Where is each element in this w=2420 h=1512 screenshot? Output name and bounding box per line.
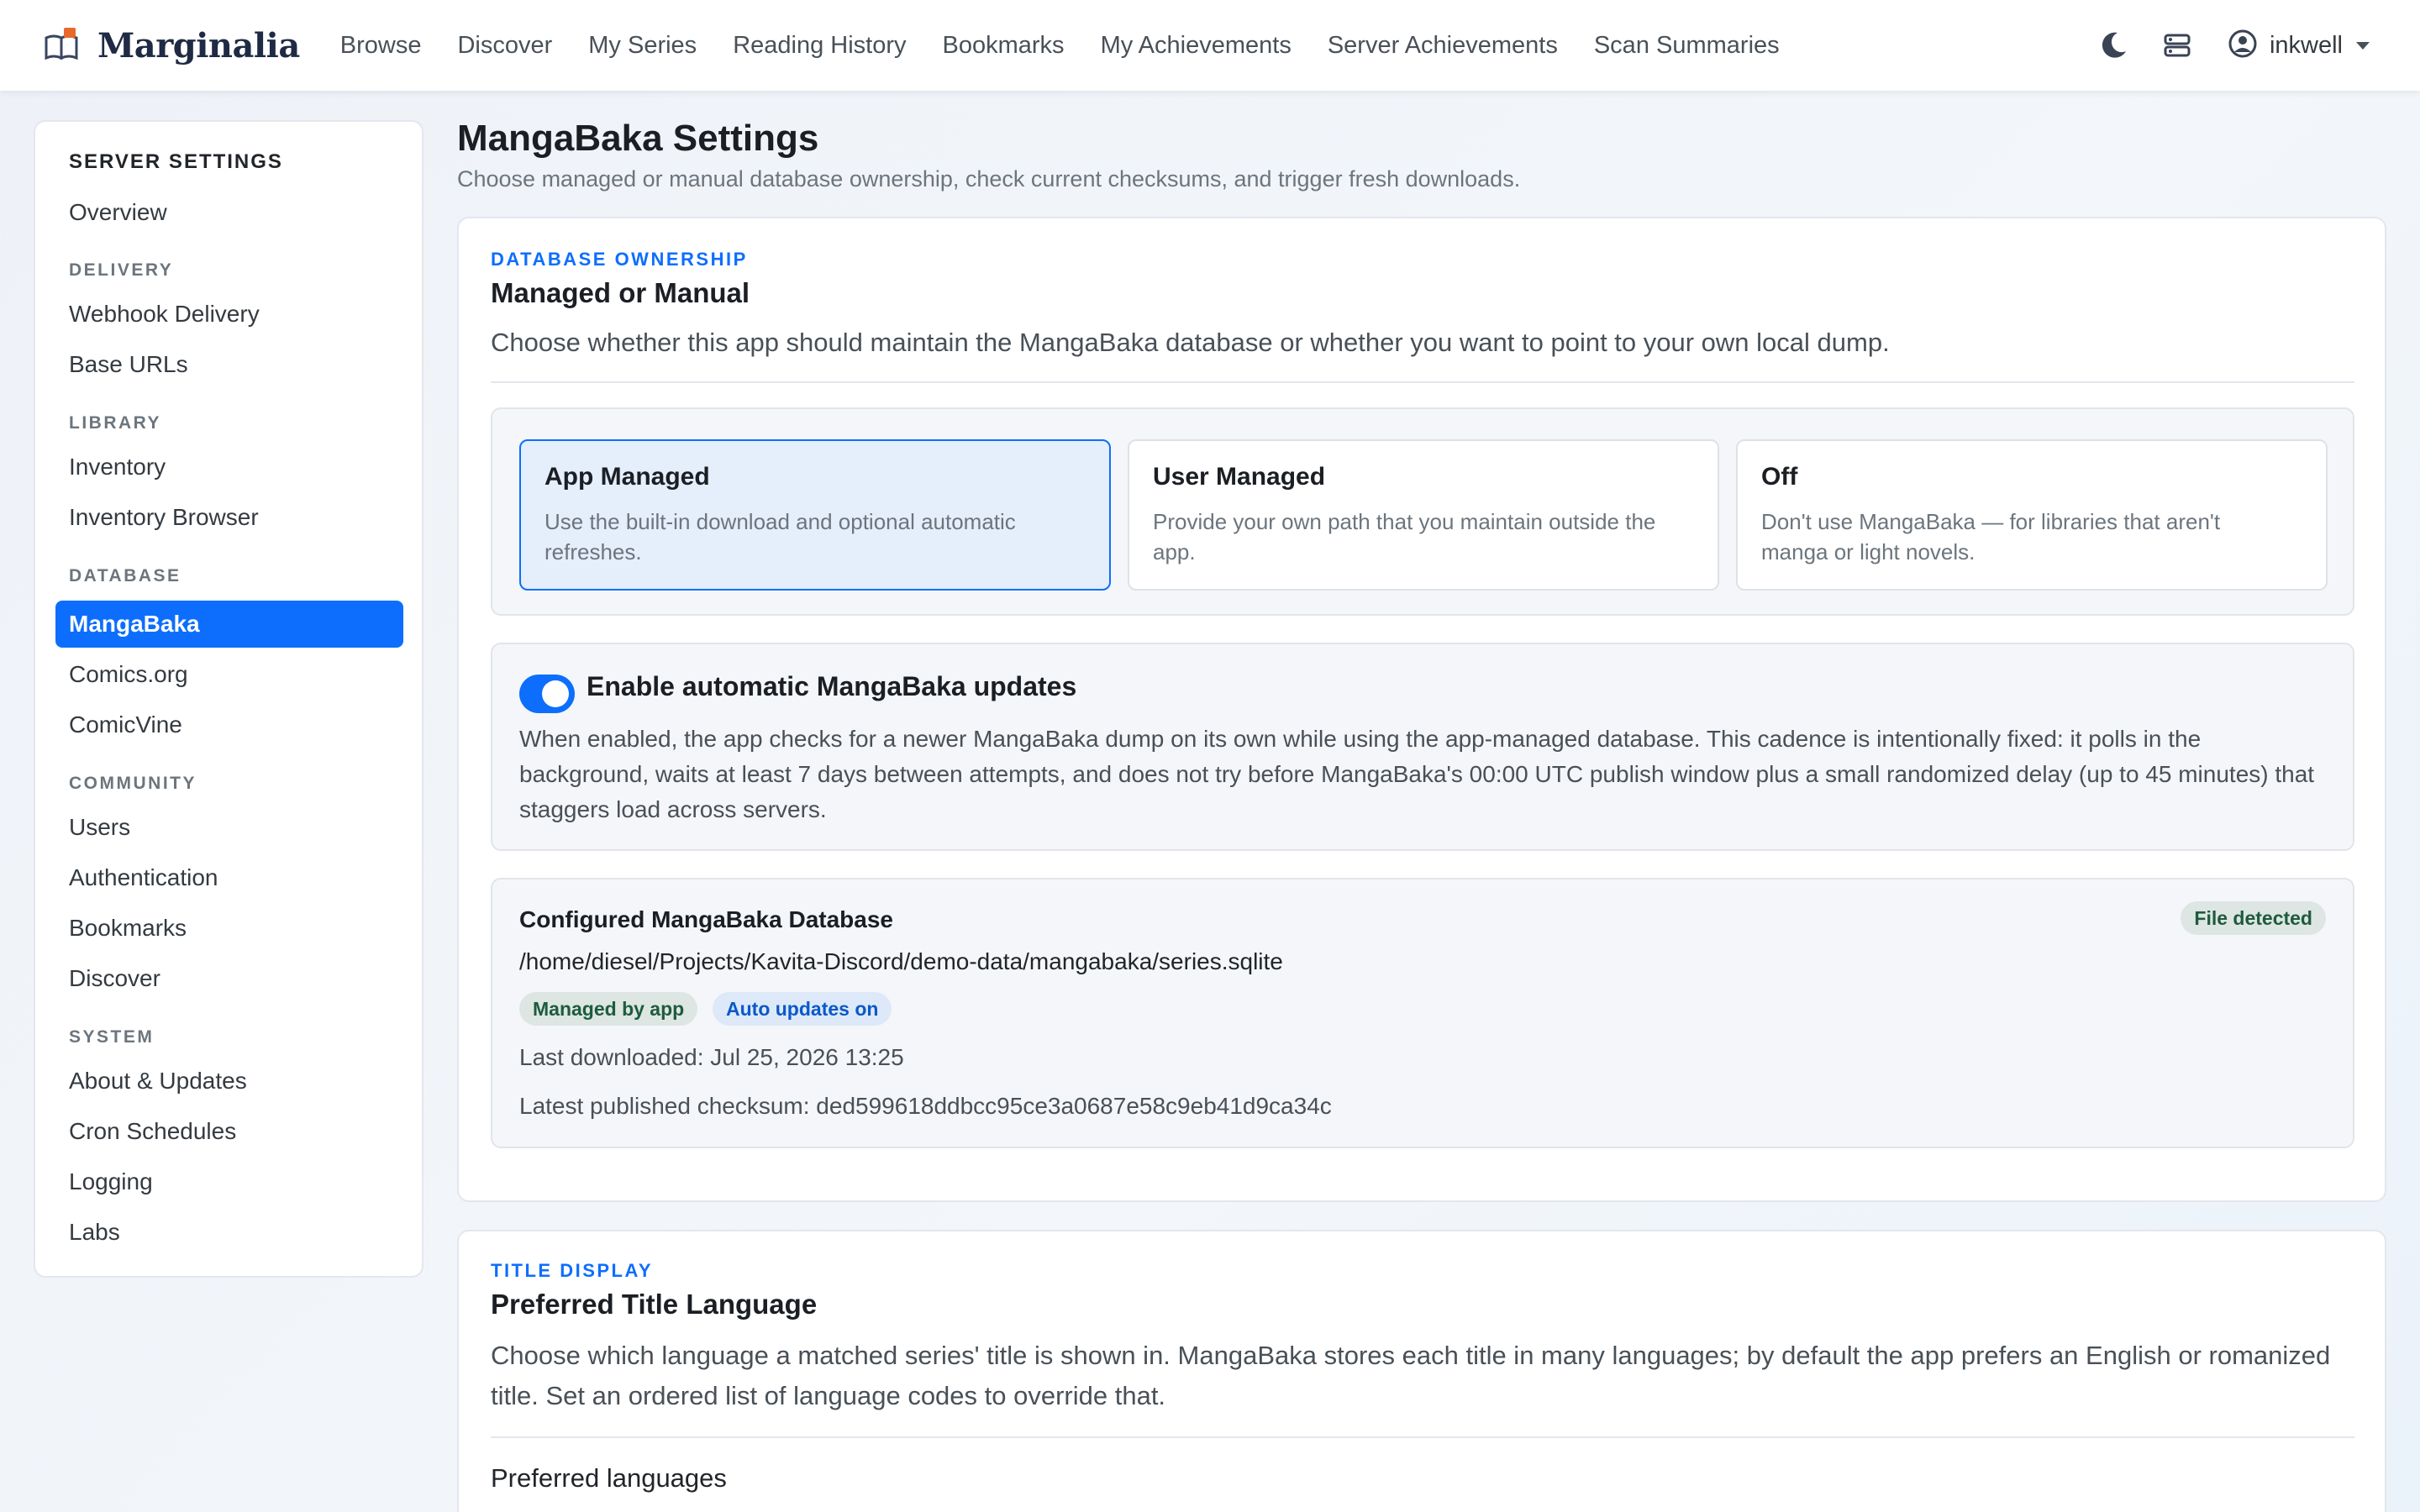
option-off[interactable]: Off Don't use MangaBaka — for libraries … bbox=[1736, 439, 2328, 591]
sidebar-item-authentication[interactable]: Authentication bbox=[69, 864, 218, 891]
nav-bookmarks[interactable]: Bookmarks bbox=[943, 32, 1065, 60]
settings-sidebar: SERVER SETTINGS Overview DELIVERY Webhoo… bbox=[34, 120, 424, 1278]
sidebar-item-inventory-browser[interactable]: Inventory Browser bbox=[69, 504, 259, 531]
sidebar-item-overview[interactable]: Overview bbox=[69, 199, 167, 226]
ownership-options-panel: App Managed Use the built-in download an… bbox=[491, 407, 2354, 616]
ownership-description: Choose whether this app should maintain … bbox=[491, 328, 1890, 357]
latest-checksum: Latest published checksum: ded599618ddbc… bbox=[519, 1093, 1332, 1119]
sidebar-item-inventory[interactable]: Inventory bbox=[69, 454, 166, 480]
nav-scan-summaries[interactable]: Scan Summaries bbox=[1594, 32, 1780, 60]
user-menu[interactable]: inkwell bbox=[2228, 29, 2370, 63]
sidebar-section-delivery: DELIVERY bbox=[69, 260, 174, 280]
user-name: inkwell bbox=[2269, 31, 2343, 59]
nav-browse[interactable]: Browse bbox=[340, 32, 422, 60]
ownership-eyebrow: DATABASE OWNERSHIP bbox=[491, 249, 748, 270]
brand[interactable]: Marginalia bbox=[44, 26, 300, 66]
nav-reading-history[interactable]: Reading History bbox=[733, 32, 906, 60]
page-subtitle: Choose managed or manual database owners… bbox=[457, 166, 1521, 192]
option-app-managed[interactable]: App Managed Use the built-in download an… bbox=[519, 439, 1111, 591]
title-display-description: Choose which language a matched series' … bbox=[491, 1341, 2331, 1410]
sidebar-section-library: LIBRARY bbox=[69, 413, 162, 433]
sidebar-item-labs[interactable]: Labs bbox=[69, 1219, 120, 1246]
option-desc: Use the built-in download and optional a… bbox=[544, 509, 1016, 564]
toggle-knob bbox=[542, 680, 569, 707]
page-title: MangaBaka Settings bbox=[457, 118, 819, 159]
sidebar-item-about-updates[interactable]: About & Updates bbox=[69, 1068, 247, 1095]
sidebar-item-bookmarks[interactable]: Bookmarks bbox=[69, 915, 187, 942]
nav-my-achievements[interactable]: My Achievements bbox=[1101, 32, 1292, 60]
sidebar-item-cron-schedules[interactable]: Cron Schedules bbox=[69, 1118, 236, 1145]
sidebar-item-webhook-delivery[interactable]: Webhook Delivery bbox=[69, 301, 260, 328]
ownership-card: DATABASE OWNERSHIP Managed or Manual Cho… bbox=[457, 217, 2386, 1202]
user-avatar-icon bbox=[2228, 29, 2258, 63]
title-display-card: TITLE DISPLAY Preferred Title Language C… bbox=[457, 1230, 2386, 1512]
option-title: Off bbox=[1761, 463, 1798, 491]
auto-updates-badge: Auto updates on bbox=[713, 992, 892, 1026]
managed-by-app-badge: Managed by app bbox=[519, 992, 698, 1026]
ownership-divider bbox=[491, 381, 2354, 383]
auto-update-label: Enable automatic MangaBaka updates bbox=[587, 671, 1077, 701]
last-downloaded: Last downloaded: Jul 25, 2026 13:25 bbox=[519, 1044, 904, 1070]
database-path: /home/diesel/Projects/Kavita-Discord/dem… bbox=[519, 948, 1283, 974]
sidebar-item-mangabaka[interactable]: MangaBaka bbox=[55, 601, 403, 648]
nav-discover[interactable]: Discover bbox=[457, 32, 552, 60]
title-display-divider bbox=[491, 1436, 2354, 1438]
auto-update-panel: Enable automatic MangaBaka updates When … bbox=[491, 643, 2354, 851]
database-title: Configured MangaBaka Database bbox=[519, 906, 893, 932]
option-user-managed[interactable]: User Managed Provide your own path that … bbox=[1128, 439, 1719, 591]
preferred-languages-label: Preferred languages bbox=[491, 1463, 727, 1493]
sidebar-section-community: COMMUNITY bbox=[69, 774, 197, 793]
auto-update-toggle[interactable] bbox=[519, 675, 575, 713]
sidebar-item-comics-org[interactable]: Comics.org bbox=[69, 661, 188, 688]
nav-my-series[interactable]: My Series bbox=[588, 32, 697, 60]
option-desc: Provide your own path that you maintain … bbox=[1153, 509, 1656, 564]
top-navbar: Marginalia Browse Discover My Series Rea… bbox=[0, 0, 2420, 91]
title-display-eyebrow: TITLE DISPLAY bbox=[491, 1260, 654, 1281]
file-detected-badge: File detected bbox=[2181, 901, 2326, 935]
sidebar-section-system: SYSTEM bbox=[69, 1027, 155, 1047]
option-title: User Managed bbox=[1153, 463, 1326, 491]
sidebar-item-logging[interactable]: Logging bbox=[69, 1168, 153, 1195]
auto-update-description: When enabled, the app checks for a newer… bbox=[519, 726, 2315, 822]
brand-name: Marginalia bbox=[97, 25, 300, 66]
option-title: App Managed bbox=[544, 463, 710, 491]
sidebar-item-users[interactable]: Users bbox=[69, 814, 130, 841]
sidebar-item-base-urls[interactable]: Base URLs bbox=[69, 351, 188, 378]
option-desc: Don't use MangaBaka — for libraries that… bbox=[1761, 509, 2221, 564]
database-info-panel: Configured MangaBaka Database File detec… bbox=[491, 878, 2354, 1148]
sidebar-title: SERVER SETTINGS bbox=[69, 150, 283, 173]
ownership-title: Managed or Manual bbox=[491, 277, 750, 308]
chevron-down-icon bbox=[2356, 41, 2370, 50]
sidebar-section-database: DATABASE bbox=[69, 566, 182, 585]
nav-server-achievements[interactable]: Server Achievements bbox=[1328, 32, 1558, 60]
sidebar-item-comicvine[interactable]: ComicVine bbox=[69, 711, 182, 738]
sidebar-item-discover[interactable]: Discover bbox=[69, 965, 160, 992]
title-display-title: Preferred Title Language bbox=[491, 1289, 818, 1320]
nav-actions: inkwell bbox=[2068, 0, 2370, 91]
book-logo-icon bbox=[44, 28, 79, 63]
main-nav: Browse Discover My Series Reading Histor… bbox=[340, 32, 1816, 60]
server-icon[interactable] bbox=[2159, 27, 2196, 64]
moon-icon[interactable] bbox=[2095, 27, 2132, 64]
